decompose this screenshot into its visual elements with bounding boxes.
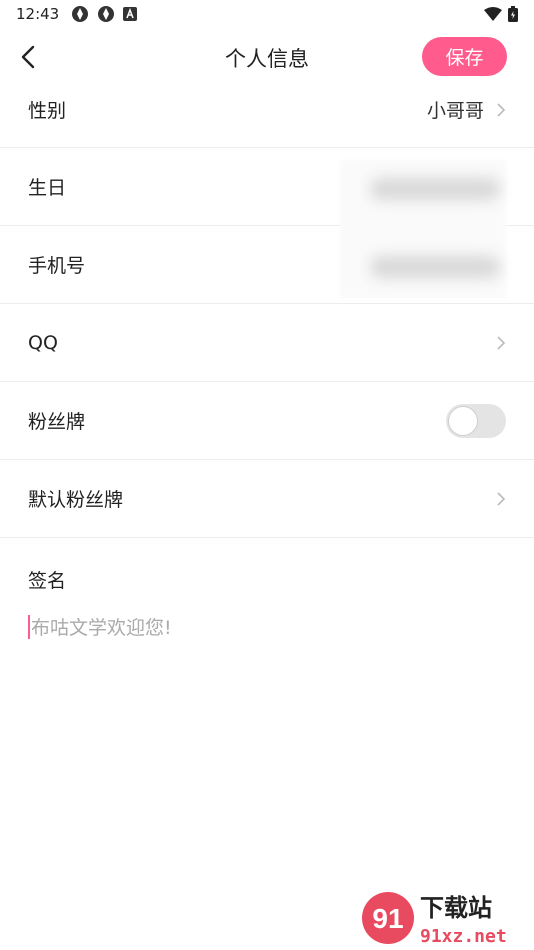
notification-icons — [71, 5, 138, 23]
watermark-url: 91xz.net — [420, 926, 507, 947]
toggle-knob — [448, 405, 478, 436]
qq-row[interactable]: QQ — [0, 304, 534, 382]
gender-label: 性别 — [28, 100, 67, 122]
birthday-label: 生日 — [28, 177, 67, 199]
gender-row[interactable]: 性别 小哥哥 — [0, 72, 534, 148]
blurred-phone-value — [370, 256, 500, 278]
text-caret — [28, 614, 30, 639]
chevron-right-icon — [497, 491, 506, 506]
system-icons — [484, 6, 518, 22]
watermark-logo-text: 91 — [372, 903, 403, 934]
wifi-icon — [484, 7, 502, 21]
chevron-right-icon — [497, 102, 506, 117]
watermark-logo: 91 下载站 91xz.net — [362, 892, 507, 947]
signature-section: 签名 布咕文学欢迎您! — [28, 566, 508, 640]
a-badge-icon — [123, 7, 138, 21]
battery-icon — [508, 6, 518, 22]
profile-form: 性别 小哥哥 生日 手机号 QQ 粉丝牌 默认粉丝牌 — [0, 72, 534, 538]
chevron-right-icon — [497, 335, 506, 350]
gender-value: 小哥哥 — [426, 100, 484, 122]
app-notification-icon — [72, 6, 89, 22]
watermark-brand: 下载站 — [420, 894, 492, 922]
status-bar: 12:43 — [0, 0, 534, 28]
fan-badge-row: 粉丝牌 — [0, 382, 534, 460]
qq-label: QQ — [28, 331, 58, 354]
status-time: 12:43 — [16, 5, 60, 23]
blurred-birthday-value — [370, 178, 500, 200]
app-notification-icon — [98, 6, 115, 22]
default-fan-badge-row[interactable]: 默认粉丝牌 — [0, 460, 534, 538]
signature-placeholder: 布咕文学欢迎您! — [31, 617, 172, 639]
fan-badge-toggle[interactable] — [446, 403, 506, 438]
signature-label: 签名 — [28, 570, 67, 592]
signature-input[interactable]: 布咕文学欢迎您! — [28, 613, 508, 640]
fan-badge-label: 粉丝牌 — [28, 411, 86, 433]
default-fan-badge-label: 默认粉丝牌 — [28, 489, 124, 511]
phone-label: 手机号 — [28, 255, 86, 277]
save-button[interactable]: 保存 — [422, 37, 507, 76]
